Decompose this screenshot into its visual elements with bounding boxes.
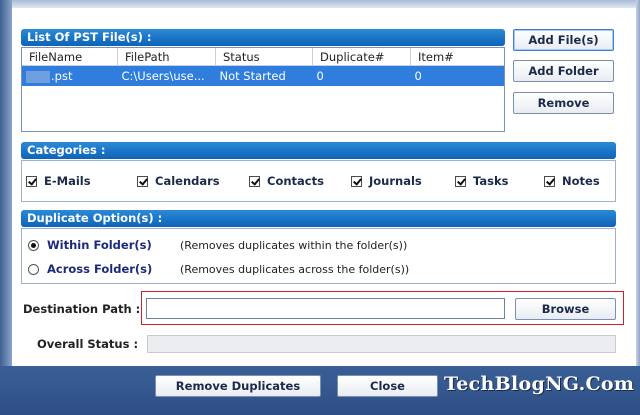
add-files-button[interactable]: Add File(s) (513, 29, 614, 51)
checkbox-checked-icon[interactable] (544, 175, 555, 187)
checkbox-contacts[interactable]: Contacts (249, 174, 324, 188)
cell-duplicate: 0 (312, 65, 411, 86)
checkbox-checked-icon[interactable] (26, 175, 37, 187)
checkbox-calendars[interactable]: Calendars (137, 174, 220, 188)
checkbox-notes[interactable]: Notes (544, 174, 600, 188)
cell-item: 0 (410, 65, 504, 86)
checkbox-tasks[interactable]: Tasks (455, 174, 508, 188)
checkbox-checked-icon[interactable] (455, 175, 466, 187)
checkbox-checked-icon[interactable] (249, 175, 260, 187)
column-header-duplicate[interactable]: Duplicate# (312, 48, 411, 66)
redacted-name (26, 70, 50, 83)
column-header-item[interactable]: Item# (410, 48, 504, 66)
overall-status-progress-bar (147, 335, 616, 353)
window-left-edge (0, 0, 12, 415)
remove-duplicates-button[interactable]: Remove Duplicates (155, 375, 321, 397)
checkbox-journals[interactable]: Journals (351, 174, 422, 188)
table-header-row: FileName FilePath Status Duplicate# Item… (22, 48, 504, 66)
column-header-filename[interactable]: FileName (22, 48, 118, 66)
browse-button[interactable]: Browse (515, 298, 616, 320)
radio-selected-icon[interactable] (28, 239, 39, 251)
watermark-text: TechBlogNG.Com (444, 373, 635, 395)
table-row[interactable]: .pst C:\Users\use... Not Started 0 0 (22, 65, 504, 86)
pst-table: FileName FilePath Status Duplicate# Item… (22, 48, 504, 86)
remove-button[interactable]: Remove (513, 92, 614, 114)
column-header-filepath[interactable]: FilePath (117, 48, 216, 66)
categories-header: Categories : (21, 142, 616, 159)
radio-unselected-icon[interactable] (28, 263, 39, 275)
duplicate-options-header: Duplicate Option(s) : (21, 210, 616, 227)
checkbox-emails[interactable]: E-Mails (26, 174, 91, 188)
radio-across-folders[interactable]: Across Folder(s) (Removes duplicates acr… (28, 262, 409, 276)
checkbox-checked-icon[interactable] (351, 175, 362, 187)
radio-within-folders[interactable]: Within Folder(s) (Removes duplicates wit… (28, 238, 407, 252)
destination-path-input[interactable] (146, 298, 505, 319)
add-folder-button[interactable]: Add Folder (513, 60, 614, 82)
pst-list-header: List Of PST File(s) : (21, 29, 505, 46)
column-header-status[interactable]: Status (215, 48, 313, 66)
destination-path-label: Destination Path : (23, 302, 141, 316)
cell-status: Not Started (215, 65, 313, 86)
cell-filename: .pst (22, 65, 118, 86)
window-right-edge (636, 0, 640, 415)
cell-filepath: C:\Users\use... (117, 65, 216, 86)
overall-status-label: Overall Status : (37, 337, 139, 351)
window-top-edge (0, 0, 640, 8)
pst-file-table[interactable]: FileName FilePath Status Duplicate# Item… (21, 47, 505, 132)
close-button[interactable]: Close (337, 375, 438, 397)
checkbox-checked-icon[interactable] (137, 175, 148, 187)
